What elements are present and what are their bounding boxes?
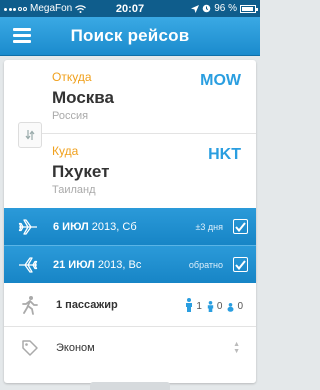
bottom-search-button-hint[interactable] [90,382,170,390]
signal-strength-icon [4,6,27,11]
battery-icon [240,4,258,13]
select-arrows-icon: ▲ ▼ [233,341,240,355]
destination-country: Таиланд [52,184,96,196]
return-plane-icon [19,256,38,273]
battery-percent: 96 % [214,3,237,14]
wifi-icon [75,4,87,13]
departure-flex-note: ±3 дня [195,221,223,232]
destination-city: Пхукет [52,162,110,181]
origin-field[interactable]: Откуда Москва Россия MOW [4,60,256,133]
status-left: MegaFon [4,3,94,14]
page-title: Поиск рейсов [70,26,190,45]
walking-person-icon [22,296,38,315]
status-bar: MegaFon 20:07 96 % [0,0,260,17]
child-count: 0 [216,301,223,312]
checkmark-icon [235,259,246,270]
origin-country: Россия [52,110,89,122]
departure-date: 6 ИЮЛ 2013, Сб [53,221,195,233]
destination-code: HKT [208,146,241,163]
child-icon [207,301,214,312]
tag-icon [22,340,38,356]
cabin-class-label: Эконом [56,342,95,354]
infant-icon [227,303,234,312]
departure-year-weekday: 2013, Сб [91,220,137,233]
status-right: 96 % [166,3,258,14]
checkmark-icon [235,221,246,232]
origin-code: MOW [200,72,241,89]
hamburger-icon [13,28,31,31]
carrier-name: MegaFon [30,3,73,14]
nav-bar: Поиск рейсов [0,17,260,56]
menu-button[interactable] [13,28,31,44]
cabin-class-row[interactable]: Эконом ▲ ▼ [4,327,256,369]
passengers-row[interactable]: 1 пассажир 1 0 0 [4,284,256,326]
departure-checkbox[interactable] [233,219,248,234]
return-checkbox[interactable] [233,257,248,272]
passengers-label: 1 пассажир [56,299,118,311]
adult-icon [186,298,193,312]
alarm-icon [202,4,211,13]
infant-count: 0 [237,301,243,312]
origin-label: Откуда [52,70,92,84]
adult-count: 1 [196,301,202,312]
status-time: 20:07 [115,2,145,15]
departure-plane-icon [18,218,37,235]
origin-city: Москва [52,88,114,107]
return-date: 21 ИЮЛ 2013, Вс [53,259,189,271]
return-year-weekday: 2013, Вс [97,258,142,271]
departure-day-month: 6 ИЮЛ [53,220,89,233]
destination-label: Куда [52,144,79,158]
search-form-card: Откуда Москва Россия MOW Куда Пхукет Таи… [4,60,256,383]
destination-field[interactable]: Куда Пхукет Таиланд HKT [4,134,256,207]
passenger-counts: 1 0 0 [185,298,246,312]
return-date-row[interactable]: 21 ИЮЛ 2013, Вс обратно [4,246,256,283]
return-note: обратно [188,259,223,270]
return-day-month: 21 ИЮЛ [53,258,95,271]
location-arrow-icon [191,4,200,13]
departure-date-row[interactable]: 6 ИЮЛ 2013, Сб ±3 дня [4,208,256,245]
